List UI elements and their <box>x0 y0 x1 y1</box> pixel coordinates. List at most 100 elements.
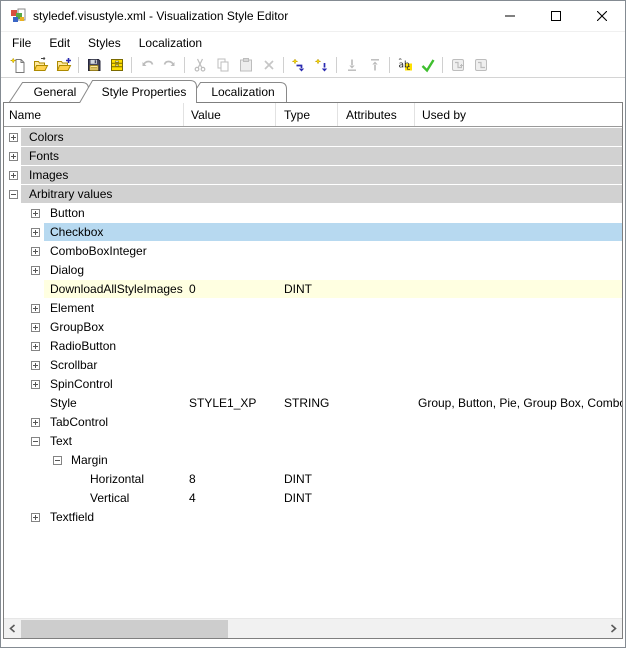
expander-plus-icon[interactable] <box>31 266 40 275</box>
expander-plus-icon[interactable] <box>31 247 40 256</box>
expander-plus-icon[interactable] <box>31 323 40 332</box>
expander-plus-icon[interactable] <box>9 152 18 161</box>
expander-plus-icon[interactable] <box>31 304 40 313</box>
expander-minus-icon[interactable] <box>9 190 18 199</box>
column-header-type[interactable]: Type <box>284 103 310 127</box>
expander-plus-icon[interactable] <box>31 418 40 427</box>
validate-button[interactable] <box>416 54 439 76</box>
new-file-button[interactable] <box>6 54 29 76</box>
expander-plus-icon[interactable] <box>31 342 40 351</box>
table-row[interactable]: RadioButton <box>4 337 622 356</box>
table-row[interactable]: Textfield <box>4 508 622 527</box>
table-row[interactable]: DownloadAllStyleImages0DINT <box>4 280 622 299</box>
maximize-icon <box>551 11 561 21</box>
column-separator[interactable] <box>337 103 338 126</box>
window-controls <box>487 1 625 31</box>
minimize-button[interactable] <box>487 1 533 31</box>
move-down-icon <box>344 57 360 73</box>
save-icon <box>86 57 102 73</box>
tab-general[interactable]: General <box>9 82 89 102</box>
copy-icon <box>215 57 231 73</box>
column-header-attributes[interactable]: Attributes <box>346 103 397 127</box>
row-value: 0 <box>189 280 196 299</box>
expander-plus-icon[interactable] <box>31 228 40 237</box>
expander-plus-icon[interactable] <box>31 209 40 218</box>
tab-style-properties[interactable]: Style Properties <box>79 80 197 103</box>
close-icon <box>597 11 607 21</box>
save-archive-button[interactable] <box>105 54 128 76</box>
column-header-value[interactable]: Value <box>191 103 221 127</box>
table-row[interactable]: Dialog <box>4 261 622 280</box>
table-row[interactable]: Vertical4DINT <box>4 489 622 508</box>
move-up-button <box>363 54 386 76</box>
expander-plus-icon[interactable] <box>9 171 18 180</box>
table-row[interactable]: ComboBoxInteger <box>4 242 622 261</box>
row-name: Scrollbar <box>50 356 97 375</box>
delete-button <box>257 54 280 76</box>
expander-plus-icon[interactable] <box>31 380 40 389</box>
row-name: Button <box>50 204 85 223</box>
column-separator[interactable] <box>183 103 184 126</box>
column-header-used-by[interactable]: Used by <box>422 103 466 127</box>
menu-styles[interactable]: Styles <box>79 32 130 53</box>
new-style-property-button[interactable] <box>287 54 310 76</box>
table-row[interactable]: StyleSTYLE1_XPSTRINGGroup, Button, Pie, … <box>4 394 622 413</box>
tab-strip: GeneralStyle PropertiesLocalization <box>9 79 287 102</box>
rename-icon: abc <box>397 57 413 73</box>
expander-minus-icon[interactable] <box>53 456 62 465</box>
save-button[interactable] <box>82 54 105 76</box>
table-row[interactable]: Scrollbar <box>4 356 622 375</box>
horizontal-scrollbar[interactable] <box>4 618 622 638</box>
toolbar-separator <box>283 57 284 73</box>
table-row[interactable]: Arbitrary values <box>4 185 622 204</box>
menu-localization[interactable]: Localization <box>130 32 211 53</box>
expander-plus-icon[interactable] <box>9 133 18 142</box>
menu-edit[interactable]: Edit <box>40 32 79 53</box>
table-row[interactable]: Checkbox <box>4 223 622 242</box>
column-separator[interactable] <box>414 103 415 126</box>
move-up-icon <box>367 57 383 73</box>
scroll-right-button[interactable] <box>605 619 622 638</box>
row-value: STYLE1_XP <box>189 394 256 413</box>
open-file-button[interactable] <box>29 54 52 76</box>
scroll-left-button[interactable] <box>4 619 21 638</box>
menu-file[interactable]: File <box>3 32 40 53</box>
open-add-file-button[interactable] <box>52 54 75 76</box>
toolbar-separator <box>78 57 79 73</box>
table-row[interactable]: Element <box>4 299 622 318</box>
table-row[interactable]: Colors <box>4 128 622 147</box>
table-row[interactable]: Horizontal8DINT <box>4 470 622 489</box>
toolbar-separator <box>336 57 337 73</box>
close-button[interactable] <box>579 1 625 31</box>
localization-export-icon <box>450 57 466 73</box>
row-name: GroupBox <box>50 318 104 337</box>
new-sub-property-button[interactable] <box>310 54 333 76</box>
row-name: Margin <box>71 451 108 470</box>
expander-plus-icon[interactable] <box>31 513 40 522</box>
table-row[interactable]: TabControl <box>4 413 622 432</box>
table-row[interactable]: Text <box>4 432 622 451</box>
expander-minus-icon[interactable] <box>31 437 40 446</box>
column-header-name[interactable]: Name <box>9 103 41 127</box>
table-row[interactable]: Images <box>4 166 622 185</box>
table-row[interactable]: GroupBox <box>4 318 622 337</box>
new-file-icon <box>10 57 26 73</box>
rename-button[interactable]: abc <box>393 54 416 76</box>
row-highlight <box>44 223 622 241</box>
move-down-button <box>340 54 363 76</box>
scrollbar-thumb[interactable] <box>21 620 228 638</box>
tab-localization[interactable]: Localization <box>187 82 287 102</box>
visualization-style-editor-window: styledef.visustyle.xml - Visualization S… <box>0 0 626 648</box>
table-row[interactable]: Margin <box>4 451 622 470</box>
toolbar-separator <box>131 57 132 73</box>
column-separator[interactable] <box>275 103 276 126</box>
table-row[interactable]: Button <box>4 204 622 223</box>
row-name: RadioButton <box>50 337 116 356</box>
table-row[interactable]: SpinControl <box>4 375 622 394</box>
expander-plus-icon[interactable] <box>31 361 40 370</box>
row-name: Textfield <box>50 508 94 527</box>
maximize-button[interactable] <box>533 1 579 31</box>
localization-import-icon <box>473 57 489 73</box>
copy-button <box>211 54 234 76</box>
table-row[interactable]: Fonts <box>4 147 622 166</box>
